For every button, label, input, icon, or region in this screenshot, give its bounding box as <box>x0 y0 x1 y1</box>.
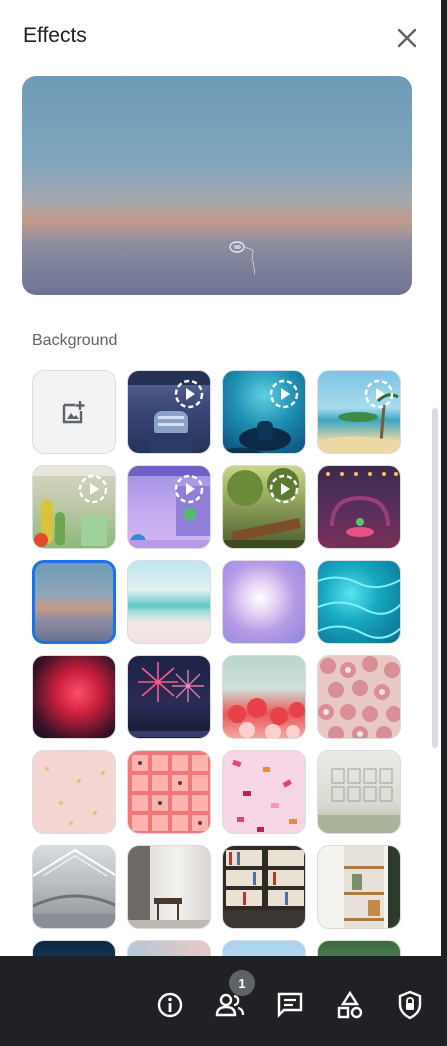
background-tile[interactable] <box>317 845 401 929</box>
panel-title: Effects <box>23 24 87 47</box>
meeting-toolbar <box>0 956 447 1046</box>
chat-button[interactable] <box>275 990 305 1020</box>
pink-grid-pattern-image <box>132 755 208 831</box>
chat-icon <box>277 992 303 1018</box>
white-room-frames-image <box>318 768 400 833</box>
background-tile[interactable] <box>127 465 211 549</box>
background-tile[interactable] <box>222 750 306 834</box>
info-icon <box>157 992 183 1018</box>
background-tile[interactable] <box>127 560 211 644</box>
background-tile[interactable] <box>127 940 211 956</box>
background-tile[interactable] <box>222 845 306 929</box>
glass-ceiling-office-image <box>33 848 115 928</box>
play-animated-icon <box>174 474 204 504</box>
background-tile[interactable] <box>32 940 116 956</box>
pink-confetti-image <box>45 767 105 825</box>
background-tile[interactable] <box>317 560 401 644</box>
background-grid <box>32 370 404 956</box>
add-photo-icon <box>62 401 85 424</box>
play-animated-icon <box>364 379 394 409</box>
person-silhouette-icon <box>229 241 255 276</box>
background-tile[interactable] <box>222 940 306 956</box>
background-tile[interactable] <box>127 655 211 739</box>
background-tile[interactable] <box>127 370 211 454</box>
background-tile[interactable] <box>32 465 116 549</box>
host-controls-button[interactable] <box>395 990 425 1020</box>
play-animated-icon <box>174 379 204 409</box>
background-tile[interactable] <box>127 750 211 834</box>
background-tile[interactable] <box>317 940 401 956</box>
sunlit-room-chair-image <box>128 846 210 928</box>
shield-lock-icon <box>398 990 422 1020</box>
teal-water-image <box>318 576 400 639</box>
close-icon <box>397 28 417 48</box>
shelf-corner-image <box>344 846 400 928</box>
participants-count-badge: 1 <box>229 970 255 996</box>
background-tile[interactable] <box>222 655 306 739</box>
background-tile[interactable] <box>127 845 211 929</box>
background-tile[interactable] <box>317 370 401 454</box>
background-tile-selected[interactable] <box>32 560 116 644</box>
panel-scrollbar[interactable] <box>432 408 438 748</box>
activities-button[interactable] <box>335 990 365 1020</box>
background-tile[interactable] <box>32 655 116 739</box>
play-animated-icon <box>269 474 299 504</box>
background-tile[interactable] <box>222 465 306 549</box>
background-tile[interactable] <box>222 560 306 644</box>
close-button[interactable] <box>393 24 421 52</box>
petal-confetti-image <box>232 759 297 832</box>
play-animated-icon <box>269 379 299 409</box>
shapes-icon <box>337 991 363 1019</box>
video-preview <box>22 76 412 295</box>
upload-background-button[interactable] <box>32 370 116 454</box>
background-section-label: Background <box>32 332 118 349</box>
fireworks-image <box>128 662 210 737</box>
background-tile[interactable] <box>317 750 401 834</box>
effects-panel: Effects Background <box>0 0 441 956</box>
pink-lounge-image <box>326 472 398 537</box>
background-tile[interactable] <box>32 750 116 834</box>
play-animated-icon <box>78 474 108 504</box>
background-tile[interactable] <box>32 845 116 929</box>
background-tile[interactable] <box>222 370 306 454</box>
background-tile[interactable] <box>317 465 401 549</box>
red-flowers-image <box>228 698 305 738</box>
pink-roses-wall-image <box>318 656 400 738</box>
bookshelf-image <box>223 846 305 928</box>
meeting-details-button[interactable] <box>155 990 185 1020</box>
background-tile[interactable] <box>317 655 401 739</box>
